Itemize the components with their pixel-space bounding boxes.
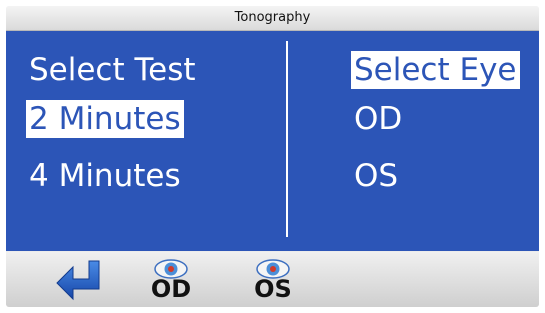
eye-option-od[interactable]: OD (351, 100, 405, 138)
od-eye-button[interactable]: OD (131, 252, 211, 307)
os-eye-button[interactable]: OS (233, 252, 313, 307)
column-divider (286, 41, 288, 237)
select-eye-heading: Select Eye (351, 51, 520, 89)
bottom-toolbar: OD OS (6, 252, 539, 307)
od-label: OD (150, 274, 192, 303)
test-option-4-minutes[interactable]: 4 Minutes (26, 157, 184, 195)
window-title: Tonography (234, 10, 311, 25)
return-arrow-icon (56, 260, 100, 300)
select-test-heading: Select Test (29, 52, 196, 88)
eye-option-os[interactable]: OS (351, 157, 401, 195)
selection-panel: Select Test 2 Minutes 4 Minutes Select E… (6, 31, 539, 251)
device-screen: Tonography Select Test 2 Minutes 4 Minut… (6, 6, 539, 307)
os-label: OS (254, 274, 292, 303)
back-button[interactable] (40, 252, 120, 307)
title-bar: Tonography (6, 6, 539, 31)
test-option-2-minutes[interactable]: 2 Minutes (26, 100, 184, 138)
